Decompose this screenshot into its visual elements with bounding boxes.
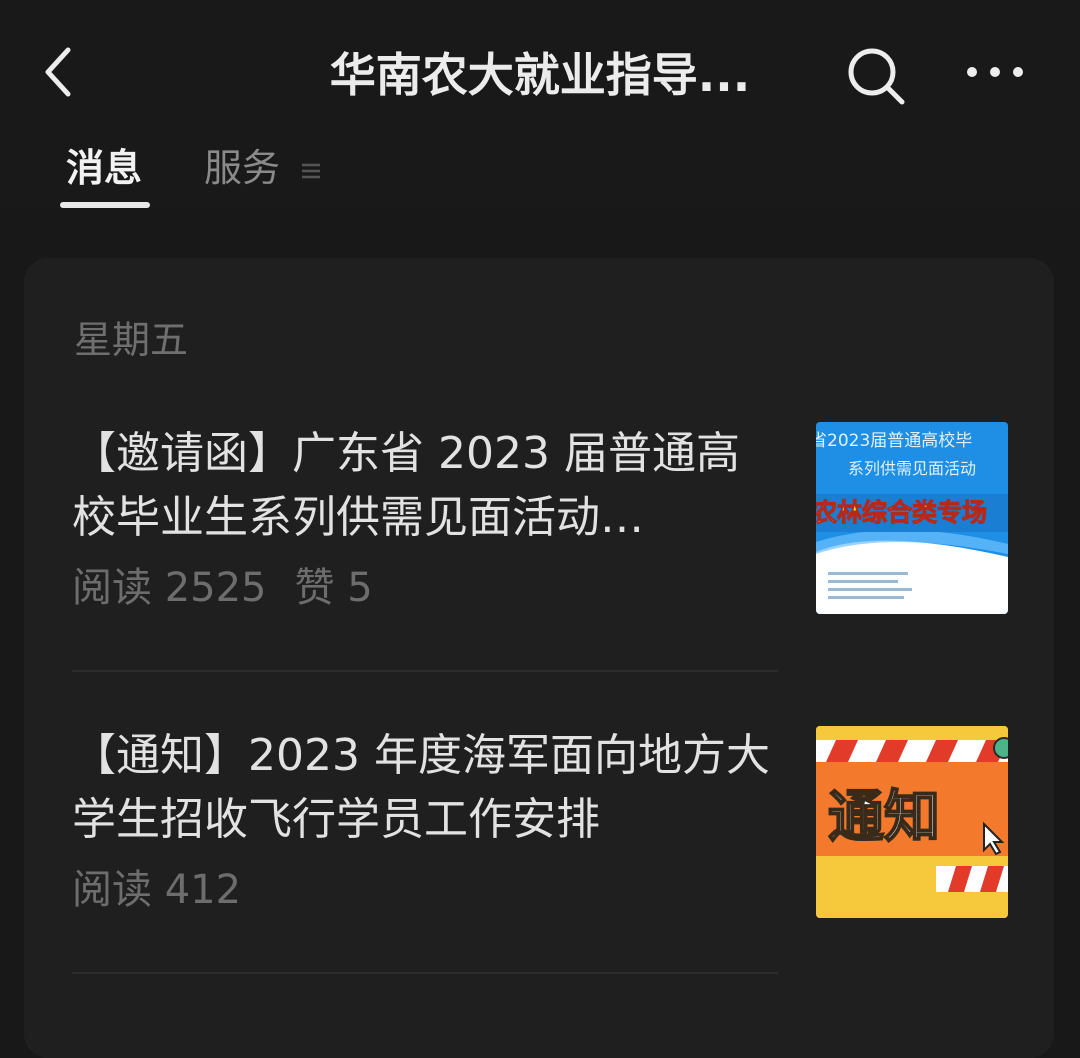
tab-messages-label: 消息 [66, 146, 143, 190]
more-dots-icon [967, 67, 1023, 77]
list-divider [72, 670, 778, 672]
article-thumbnail[interactable]: 通知 [816, 726, 1008, 918]
page-title: 华南农大就业指导... [329, 48, 751, 102]
article-stats: 阅读 412 [72, 860, 782, 920]
tab-messages[interactable]: 消息 [66, 138, 142, 198]
tab-services-label: 服务 [204, 146, 281, 190]
menu-lines-icon [302, 163, 321, 178]
poster-line-2: 系列供需见面活动 [848, 459, 976, 478]
article-item[interactable]: 【通知】2023 年度海军面向地方大学生招收飞行学员工作安排 阅读 412 [72, 724, 782, 920]
poster-banner: 农林综合类专场 [816, 498, 987, 527]
poster-banner: 通知 [828, 785, 940, 850]
list-divider [72, 972, 778, 974]
read-count: 阅读 412 [72, 867, 242, 913]
poster-line-1: 省2023届普通高校毕 [816, 431, 972, 451]
article-title: 【通知】2023 年度海军面向地方大学生招收飞行学员工作安排 [72, 730, 770, 845]
more-button[interactable] [962, 52, 1028, 92]
tab-active-indicator [60, 202, 150, 208]
article-item[interactable]: 【邀请函】广东省 2023 届普通高校毕业生系列供需见面活动… 阅读 2525 赞… [72, 422, 782, 618]
event-poster-image: 省2023届普通高校毕 系列供需见面活动 农林综合类专场 [816, 422, 1008, 614]
article-thumbnail[interactable]: 省2023届普通高校毕 系列供需见面活动 农林综合类专场 [816, 422, 1008, 614]
article-title: 【邀请函】广东省 2023 届普通高校毕业生系列供需见面活动… [72, 428, 740, 543]
read-count: 阅读 2525 [72, 565, 267, 611]
notice-poster-image: 通知 [816, 726, 1008, 918]
date-label: 星期五 [74, 318, 189, 362]
search-button[interactable] [842, 42, 908, 108]
back-button[interactable] [30, 42, 90, 102]
article-stats: 阅读 2525 赞 5 [72, 558, 782, 618]
message-card [24, 258, 1054, 1058]
tab-services[interactable]: 服务 [204, 138, 322, 198]
back-arrow-icon [45, 47, 71, 97]
search-icon [848, 48, 905, 105]
like-count: 赞 5 [294, 565, 373, 611]
